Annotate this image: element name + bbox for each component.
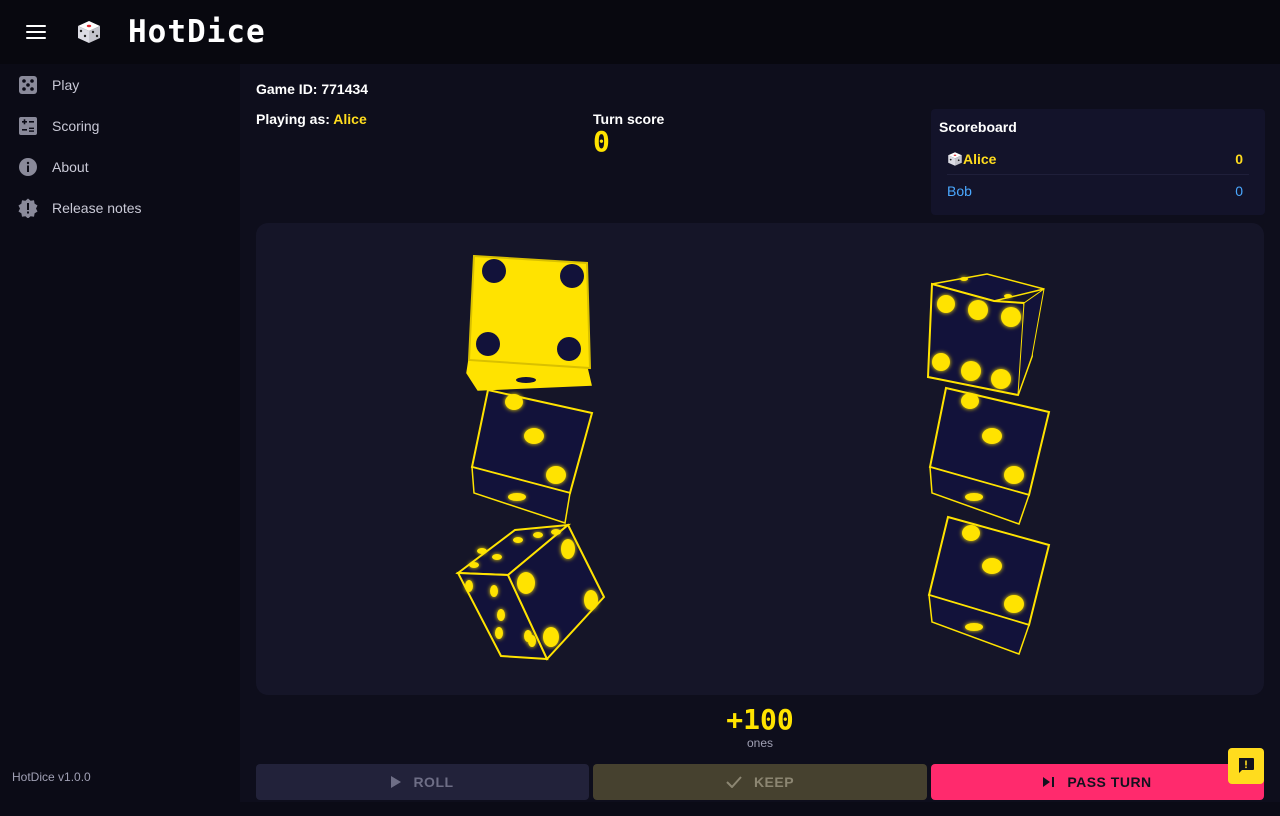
turn-score-value: 0 <box>593 125 610 158</box>
die-left-1[interactable] <box>466 254 592 391</box>
pass-turn-button-label: PASS TURN <box>1067 774 1152 790</box>
selection-points: +100 ones <box>700 703 820 751</box>
player-name: Alice <box>947 151 996 167</box>
current-turn-dice-icon <box>948 151 962 166</box>
sidebar-item-scoring[interactable]: Scoring <box>0 105 240 146</box>
die-left-3[interactable] <box>455 523 606 661</box>
sidebar-item-label: Release notes <box>52 199 142 216</box>
player-name-text: Alice <box>963 150 997 167</box>
turn-score: Turn score 0 <box>593 111 664 157</box>
badge-alert-icon <box>18 198 38 218</box>
die-right-1[interactable] <box>926 273 1045 397</box>
play-icon <box>391 776 402 788</box>
sidebar-item-label: About <box>52 158 89 175</box>
current-player-name: Alice <box>333 111 367 127</box>
sidebar-item-label: Play <box>52 76 80 93</box>
calculator-icon <box>18 116 38 136</box>
keep-button[interactable]: KEEP <box>593 764 927 800</box>
roll-button[interactable]: ROLL <box>256 764 589 800</box>
player-score: 0 <box>1235 150 1243 167</box>
sidebar-item-label: Scoring <box>52 117 100 134</box>
die-left-2[interactable] <box>470 388 594 524</box>
game-panel: Game ID: 771434 Playing as: Alice Turn s… <box>240 64 1280 802</box>
dice-board <box>256 223 1264 695</box>
dice-scene <box>455 254 1051 661</box>
sidebar: Play Scoring About Release notes HotDice… <box>0 64 240 802</box>
points-value: +100 <box>726 703 794 736</box>
feedback-icon[interactable] <box>1228 748 1264 784</box>
game-id: Game ID: 771434 <box>256 81 369 97</box>
sidebar-item-about[interactable]: About <box>0 146 240 187</box>
player-name: Bob <box>947 183 972 199</box>
keep-button-label: KEEP <box>753 774 795 790</box>
app-bar: HotDice <box>0 0 1280 64</box>
skip-next-icon <box>1043 777 1055 787</box>
app-version: HotDice v1.0.0 <box>12 770 91 784</box>
app-title: HotDice <box>128 14 266 50</box>
logo-dice-icon <box>78 21 100 43</box>
info-icon <box>18 157 38 177</box>
roll-button-label: ROLL <box>413 774 454 790</box>
die-right-3[interactable] <box>927 515 1051 655</box>
die-right-2[interactable] <box>928 386 1051 525</box>
points-label: ones <box>746 736 774 750</box>
dice-icon <box>18 75 38 95</box>
scoreboard-title: Scoreboard <box>939 119 1017 135</box>
pass-turn-button[interactable]: PASS TURN <box>931 764 1264 800</box>
player-score: 0 <box>1235 183 1243 199</box>
sidebar-item-release-notes[interactable]: Release notes <box>0 187 240 228</box>
scoreboard: Scoreboard Alice 0 Bob 0 <box>931 109 1265 215</box>
playing-as: Playing as: Alice <box>256 111 367 127</box>
menu-icon[interactable] <box>26 22 50 42</box>
scoreboard-row: Bob 0 <box>947 175 1249 207</box>
sidebar-item-play[interactable]: Play <box>0 64 240 105</box>
check-icon <box>726 776 742 788</box>
scoreboard-row: Alice 0 <box>947 143 1249 175</box>
playing-as-label: Playing as: <box>256 111 330 127</box>
